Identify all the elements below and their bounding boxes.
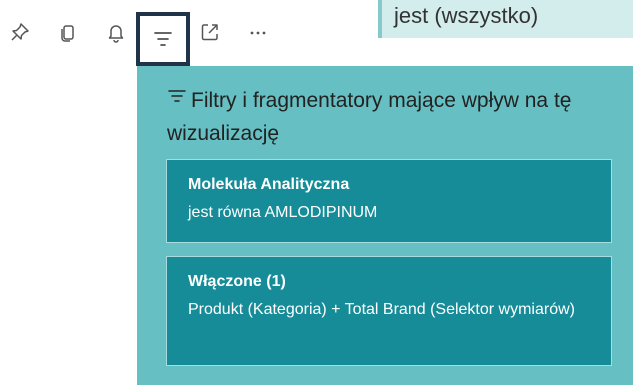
filters-panel-title: Filtry i fragmentatory mające wpływ na t… xyxy=(167,84,607,150)
background-slicer-text: jest (wszystko) xyxy=(394,3,539,28)
visual-header-toolbar xyxy=(0,0,300,70)
filter-card-title: Molekuła Analityczna xyxy=(188,176,350,193)
filter-icon[interactable] xyxy=(136,12,190,66)
filter-card-enabled[interactable]: Włączone (1) Produkt (Kategoria) + Total… xyxy=(166,256,612,366)
filter-card-molecule[interactable]: Molekuła Analityczna jest równa AMLODIPI… xyxy=(166,159,612,243)
focus-mode-icon[interactable] xyxy=(192,14,228,50)
pin-icon[interactable] xyxy=(2,14,38,50)
more-options-icon[interactable] xyxy=(240,14,276,50)
bell-icon[interactable] xyxy=(98,14,134,50)
filter-card-title: Włączone (1) xyxy=(188,273,286,290)
filters-panel-title-text: Filtry i fragmentatory mające wpływ na t… xyxy=(167,89,572,145)
filter-glyph-icon xyxy=(167,83,187,116)
filter-card-description: Produkt (Kategoria) + Total Brand (Selek… xyxy=(188,301,575,318)
filter-card-description: jest równa AMLODIPINUM xyxy=(188,204,378,221)
background-slicer-value: jest (wszystko) xyxy=(378,0,633,38)
filters-panel: Filtry i fragmentatory mające wpływ na t… xyxy=(137,66,633,385)
copy-icon[interactable] xyxy=(50,14,86,50)
